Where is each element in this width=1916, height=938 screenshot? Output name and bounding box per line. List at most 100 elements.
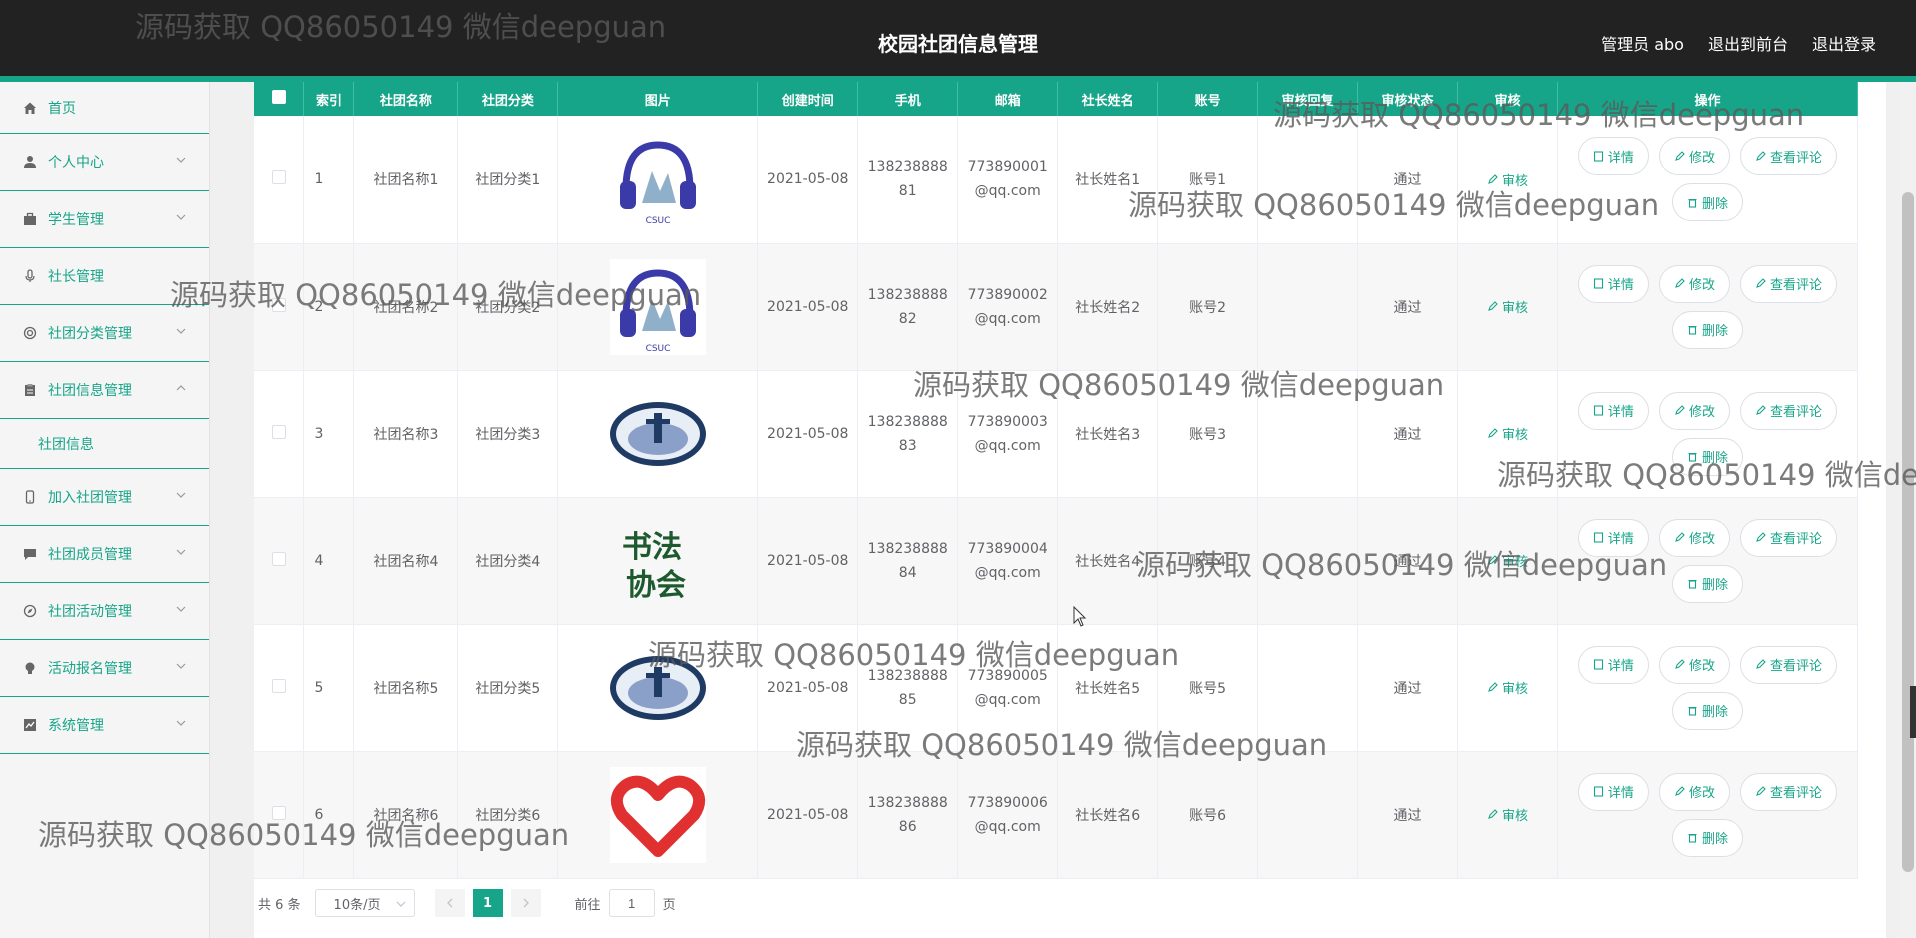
phone-cell: 138238888 85 [857,624,959,752]
table-row[interactable]: 5 社团名称5 社团分类5 2021-05-08 138238888 85 773… [254,624,1859,752]
account-cell: 账号2 [1157,243,1259,371]
chevron-down-icon [176,663,186,669]
audit-reply-cell [1257,497,1359,625]
index-cell: 1 [303,116,355,244]
next-page-button[interactable] [510,889,541,917]
delete-label: 删除 [1701,451,1728,466]
sidebar-item-students[interactable]: 学生管理 [0,191,209,248]
column-header: 操作 [1557,82,1859,116]
audit-link[interactable]: 审核 [1487,555,1528,570]
logout-link[interactable]: 退出登录 [1812,31,1876,55]
chevron-down-icon [176,549,186,555]
page-1-button[interactable]: 1 [472,889,503,917]
row-checkbox[interactable] [271,170,286,185]
email-line-2: @qq.com [974,564,1041,581]
row-select-cell[interactable] [254,624,305,752]
delete-button[interactable]: 删除 [1671,183,1743,222]
view-comments-button[interactable]: 查看评论 [1739,391,1837,430]
detail-button[interactable]: 详情 [1577,645,1649,684]
view-comments-button[interactable]: 查看评论 [1739,264,1837,303]
audit-link[interactable]: 审核 [1487,682,1528,697]
row-select-cell[interactable] [254,243,305,371]
audit-reply-cell [1257,370,1359,498]
image-cell: CSUC [557,243,759,371]
detail-button[interactable]: 详情 [1577,264,1649,303]
audit-link[interactable]: 审核 [1487,174,1528,189]
audit-cell: 审核 [1457,624,1558,752]
chevron-down-icon [176,492,186,498]
view-comments-button[interactable]: 查看评论 [1739,137,1837,176]
view-comments-button[interactable]: 查看评论 [1739,645,1837,684]
table-row[interactable]: 2 社团名称2 社团分类2 CSUC 2021-05-08 138238888 8… [254,243,1859,371]
headphones-logo: CSUC [609,258,706,355]
created-date-cell: 2021-05-08 [757,624,859,752]
table-row[interactable]: 4 社团名称4 社团分类4 书法 协会 2021-05-08 138238888 8… [254,497,1859,625]
row-select-cell[interactable] [254,370,305,498]
club-image: CSUC [607,256,709,358]
edit-button[interactable]: 修改 [1658,772,1730,811]
email-line-2: @qq.com [974,310,1041,327]
table-row[interactable]: 6 社团名称6 社团分类6 2021-05-08 138238888 86 773… [254,751,1859,879]
table-row[interactable]: 1 社团名称1 社团分类1 CSUC 2021-05-08 138238888 8… [254,116,1859,244]
back-to-front-link[interactable]: 退出到前台 [1708,31,1788,55]
sidebar-item-home[interactable]: 首页 [0,82,209,134]
view-comments-button[interactable]: 查看评论 [1739,518,1837,557]
created-date-cell: 2021-05-08 [757,116,859,244]
detail-button[interactable]: 详情 [1577,391,1649,430]
audit-link[interactable]: 审核 [1487,809,1528,824]
row-checkbox[interactable] [271,297,286,312]
audit-link-label: 审核 [1502,555,1529,570]
row-checkbox[interactable] [271,551,286,566]
detail-button[interactable]: 详情 [1577,518,1649,557]
row-select-cell[interactable] [254,751,305,879]
delete-button[interactable]: 删除 [1671,310,1743,349]
delete-button[interactable]: 删除 [1671,564,1743,603]
select-all-checkbox[interactable] [271,90,286,104]
sidebar-subitem-club-info[interactable]: 社团信息 [0,419,209,469]
page-size-select[interactable]: 10条/页 [314,889,415,917]
trash-icon [1688,453,1697,462]
email-cell: 773890005 @qq.com [957,624,1059,752]
row-checkbox[interactable] [271,678,286,693]
email-cell: 773890006 @qq.com [957,751,1059,879]
admin-user-link[interactable]: 管理员 abo [1601,31,1684,55]
delete-button[interactable]: 删除 [1671,818,1743,857]
page-scrollbar[interactable] [1900,82,1916,938]
row-select-cell[interactable] [254,116,305,244]
detail-button[interactable]: 详情 [1577,772,1649,811]
prev-page-button[interactable] [434,889,465,917]
audit-link[interactable]: 审核 [1487,428,1528,443]
sidebar-item-club-categories[interactable]: 社团分类管理 [0,305,209,362]
sidebar-item-members[interactable]: 社团成员管理 [0,526,209,583]
sidebar-item-club-info[interactable]: 社团信息管理 [0,362,209,419]
sidebar-item-leaders[interactable]: 社长管理 [0,248,209,305]
leader-name-cell: 社长姓名1 [1057,116,1159,244]
row-checkbox[interactable] [271,805,286,820]
chevron-down-icon [176,328,186,334]
delete-button[interactable]: 删除 [1671,437,1743,476]
sidebar-item-profile[interactable]: 个人中心 [0,134,209,191]
detail-button[interactable]: 详情 [1577,137,1649,176]
scrollbar-thumb[interactable] [1902,192,1914,872]
sidebar-item-system[interactable]: 系统管理 [0,697,209,754]
sidebar-item-signup[interactable]: 活动报名管理 [0,640,209,697]
edit-button[interactable]: 修改 [1658,264,1730,303]
edit-icon [1756,150,1766,161]
view-comments-button[interactable]: 查看评论 [1739,772,1837,811]
club-name-cell: 社团名称4 [353,497,459,625]
select-all-header[interactable] [254,82,305,116]
row-select-cell[interactable] [254,497,305,625]
table-row[interactable]: 3 社团名称3 社团分类3 2021-05-08 138238888 83 773… [254,370,1859,498]
edit-button[interactable]: 修改 [1658,391,1730,430]
goto-page-input[interactable] [608,889,655,917]
edit-button[interactable]: 修改 [1658,518,1730,557]
audit-link-label: 审核 [1502,428,1529,443]
audit-link[interactable]: 审核 [1487,301,1528,316]
delete-button[interactable]: 删除 [1671,691,1743,730]
phone-line-2: 85 [898,691,917,708]
sidebar-item-join-club[interactable]: 加入社团管理 [0,469,209,526]
edit-button[interactable]: 修改 [1658,645,1730,684]
row-checkbox[interactable] [271,424,286,439]
sidebar-item-activities[interactable]: 社团活动管理 [0,583,209,640]
edit-button[interactable]: 修改 [1658,137,1730,176]
